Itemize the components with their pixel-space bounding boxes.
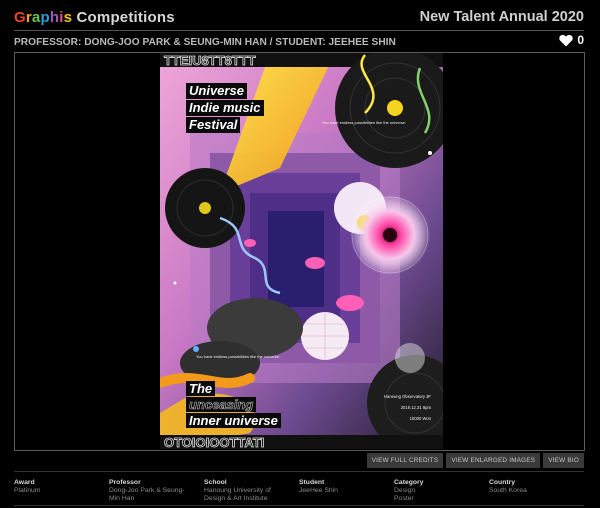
footer-divider <box>14 505 584 506</box>
graphis-logo[interactable]: Graphis Competitions <box>14 9 175 26</box>
info-value: South Korea <box>489 487 527 494</box>
annual-title: New Talent Annual 2020 <box>419 9 584 25</box>
info-category: Category Design Poster <box>394 479 489 503</box>
entry-credits: PROFESSOR: DONG-JOO PARK & SEUNG-MIN HAN… <box>14 37 396 48</box>
poster-bottom-line: Inner universe <box>186 413 281 428</box>
poster-title-line: Festival <box>186 117 241 133</box>
poster-event-info: Haneung Observatory 3F 2019.12.31 8pm 15… <box>384 391 431 424</box>
info-value: Hanoung University of <box>204 487 271 494</box>
info-value: Poster <box>394 495 414 502</box>
view-bio-button[interactable]: VIEW BIO <box>543 453 584 468</box>
info-label: Category <box>394 479 424 486</box>
info-value: Dong-Joo Park & Seung- <box>109 487 185 494</box>
info-student: Student JeeHee Shin <box>299 479 394 503</box>
view-enlarged-images-button[interactable]: VIEW ENLARGED IMAGES <box>446 453 541 468</box>
image-viewer[interactable]: TTEIU8TT8TTT OTOIOIOOTTATI Universe Indi… <box>14 52 585 451</box>
info-value: JeeHee Shin <box>299 487 338 494</box>
header-divider <box>14 30 584 31</box>
info-label: Country <box>489 479 516 486</box>
info-label: Student <box>299 479 325 486</box>
poster-venue: Haneung Observatory 3F <box>383 394 431 399</box>
info-value: Design <box>394 487 416 494</box>
poster-bottom-title: The unceasing Inner universe <box>186 381 281 429</box>
poster-tagline-bottom: You have endless possibilities like the … <box>196 354 281 359</box>
view-full-credits-button[interactable]: VIEW FULL CREDITS <box>366 453 444 468</box>
poster-date: 2019.12.31 8pm <box>400 405 431 410</box>
poster-image[interactable]: TTEIU8TT8TTT OTOIOIOOTTATI Universe Indi… <box>160 53 443 449</box>
poster-bottom-line: unceasing <box>186 397 257 412</box>
logo-brand: Graphis <box>14 9 73 26</box>
info-value: Min Han <box>109 495 135 502</box>
info-value: Design & Art Institute <box>204 495 268 502</box>
info-label: School <box>204 479 227 486</box>
svg-text:OTOIOIOOTTATI: OTOIOIOOTTATI <box>164 435 264 449</box>
action-buttons: VIEW FULL CREDITS VIEW ENLARGED IMAGES V… <box>366 453 584 468</box>
info-school: School Hanoung University of Design & Ar… <box>204 479 299 503</box>
poster-price: 15000 Won <box>409 416 431 421</box>
info-country: Country South Korea <box>489 479 584 503</box>
poster-title-line: Indie music <box>186 100 264 116</box>
like-count: 0 <box>577 33 584 47</box>
poster-tagline-top: You have endless possibilities like the … <box>322 120 407 125</box>
info-label: Professor <box>109 479 141 486</box>
poster-title: Universe Indie music Festival <box>186 83 264 134</box>
heart-icon <box>559 34 574 46</box>
svg-text:TTEIU8TT8TTT: TTEIU8TT8TTT <box>164 53 256 68</box>
info-professor: Professor Dong-Joo Park & Seung- Min Han <box>109 479 204 503</box>
poster-bottom-line: The <box>186 381 216 396</box>
info-award: Award Platinum <box>14 479 109 503</box>
like-button[interactable]: 0 <box>559 33 584 47</box>
info-divider <box>14 471 584 472</box>
top-bar: Graphis Competitions New Talent Annual 2… <box>0 0 600 34</box>
poster-title-line: Universe <box>186 83 247 99</box>
info-value: Platinum <box>14 487 41 494</box>
entry-info: Award Platinum Professor Dong-Joo Park &… <box>14 479 584 503</box>
info-label: Award <box>14 479 35 486</box>
logo-suffix: Competitions <box>76 9 175 26</box>
